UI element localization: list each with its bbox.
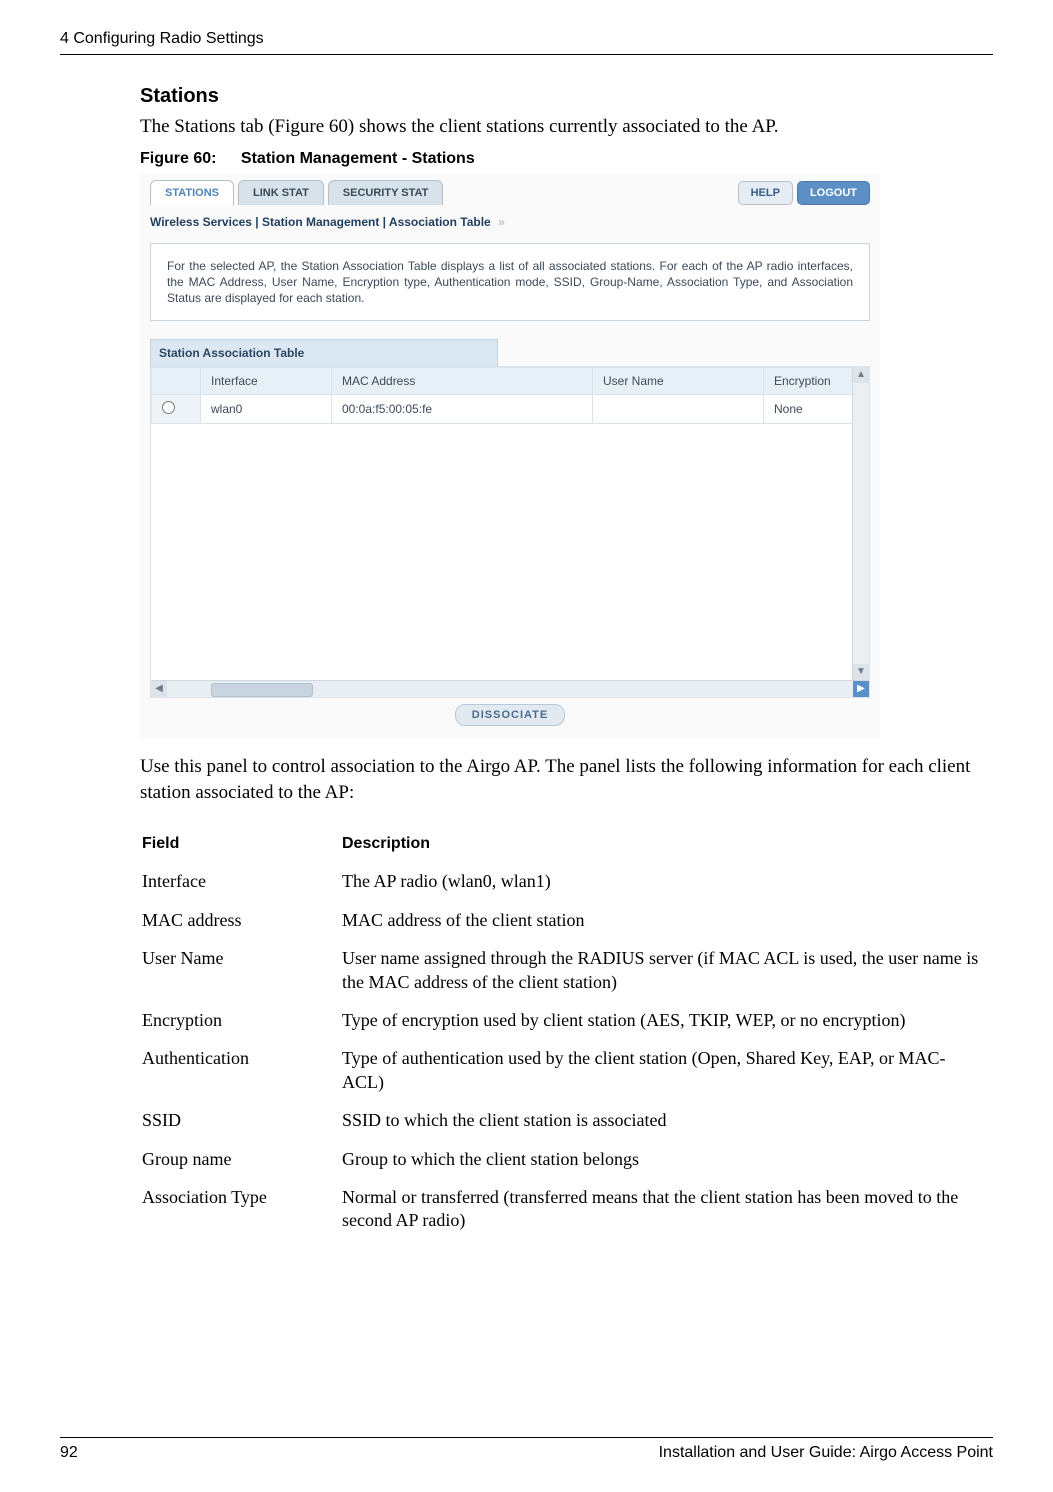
table-row: Authentication Type of authentication us…	[142, 1042, 991, 1102]
chapter-title: 4 Configuring Radio Settings	[60, 30, 264, 47]
station-association-table-title: Station Association Table	[150, 339, 498, 366]
scroll-down-icon[interactable]: ▼	[853, 664, 869, 680]
station-association-table: Interface MAC Address User Name Encrypti…	[151, 367, 853, 424]
table-row: User Name User name assigned through the…	[142, 942, 991, 1002]
field-desc: Normal or transferred (transferred means…	[342, 1181, 991, 1241]
dissociate-button[interactable]: DISSOCIATE	[455, 704, 565, 726]
cell-interface: wlan0	[201, 395, 332, 424]
row-select-cell	[152, 395, 201, 424]
table-row: Group name Group to which the client sta…	[142, 1143, 991, 1179]
col-encryption: Encryption	[764, 368, 853, 395]
breadcrumb-text: Wireless Services | Station Management |…	[150, 215, 491, 229]
tab-link-stat[interactable]: LINK STAT	[238, 180, 324, 205]
cell-mac: 00:0a:f5:00:05:fe	[332, 395, 593, 424]
field-name: Association Type	[142, 1181, 340, 1241]
col-interface: Interface	[201, 368, 332, 395]
col-user: User Name	[593, 368, 764, 395]
field-table-head-field: Field	[142, 831, 340, 863]
table-row: MAC address MAC address of the client st…	[142, 904, 991, 940]
table-row: SSID SSID to which the client station is…	[142, 1104, 991, 1140]
table-row: Interface The AP radio (wlan0, wlan1)	[142, 865, 991, 901]
tab-stations[interactable]: STATIONS	[150, 180, 234, 205]
horizontal-scrollbar[interactable]: ◀ ▶	[151, 680, 869, 697]
help-button[interactable]: HELP	[738, 181, 793, 205]
table-row: wlan0 00:0a:f5:00:05:fe None	[152, 395, 853, 424]
field-name: Encryption	[142, 1004, 340, 1040]
section-heading: Stations	[140, 85, 993, 108]
scroll-thumb[interactable]	[211, 683, 313, 697]
tab-bar: STATIONS LINK STAT SECURITY STAT HELP LO…	[150, 180, 870, 205]
field-table-head-desc: Description	[342, 831, 991, 863]
row-select-radio[interactable]	[162, 401, 175, 414]
field-desc: Type of authentication used by the clien…	[342, 1042, 991, 1102]
field-name: User Name	[142, 942, 340, 1002]
page-footer: 92 Installation and User Guide: Airgo Ac…	[60, 1437, 993, 1462]
cell-encryption: None	[764, 395, 853, 424]
field-description-table: Field Description Interface The AP radio…	[140, 829, 993, 1242]
table-header-row: Interface MAC Address User Name Encrypti…	[152, 368, 853, 395]
field-desc: Type of encryption used by client statio…	[342, 1004, 991, 1040]
scroll-right-icon[interactable]: ▶	[853, 681, 869, 697]
field-desc: SSID to which the client station is asso…	[342, 1104, 991, 1140]
field-desc: Group to which the client station belong…	[342, 1143, 991, 1179]
station-association-table-wrap: Interface MAC Address User Name Encrypti…	[150, 366, 870, 698]
table-row: Association Type Normal or transferred (…	[142, 1181, 991, 1241]
col-mac: MAC Address	[332, 368, 593, 395]
field-name: Interface	[142, 865, 340, 901]
field-desc: The AP radio (wlan0, wlan1)	[342, 865, 991, 901]
section-intro: The Stations tab (Figure 60) shows the c…	[140, 114, 993, 140]
figure-label: Figure 60:	[140, 150, 216, 167]
chevron-icon: »	[498, 215, 505, 229]
col-select	[152, 368, 201, 395]
doc-title: Installation and User Guide: Airgo Acces…	[659, 1444, 993, 1462]
post-figure-text: Use this panel to control association to…	[140, 754, 993, 805]
field-name: Group name	[142, 1143, 340, 1179]
tab-security-stat[interactable]: SECURITY STAT	[328, 180, 444, 205]
breadcrumb: Wireless Services | Station Management |…	[150, 215, 870, 229]
field-name: Authentication	[142, 1042, 340, 1102]
page-header: 4 Configuring Radio Settings	[60, 30, 993, 55]
field-desc: MAC address of the client station	[342, 904, 991, 940]
field-name: SSID	[142, 1104, 340, 1140]
scroll-up-icon[interactable]: ▲	[853, 367, 869, 383]
figure-caption: Figure 60: Station Management - Stations	[140, 150, 993, 168]
figure-title: Station Management - Stations	[241, 150, 475, 167]
dissociate-row: DISSOCIATE	[150, 704, 870, 726]
ui-screenshot: STATIONS LINK STAT SECURITY STAT HELP LO…	[140, 174, 880, 739]
field-name: MAC address	[142, 904, 340, 940]
page-number: 92	[60, 1444, 78, 1462]
cell-user	[593, 395, 764, 424]
table-row: Encryption Type of encryption used by cl…	[142, 1004, 991, 1040]
scroll-left-icon[interactable]: ◀	[151, 681, 167, 697]
vertical-scrollbar[interactable]: ▲ ▼	[852, 367, 869, 680]
field-desc: User name assigned through the RADIUS se…	[342, 942, 991, 1002]
info-box: For the selected AP, the Station Associa…	[150, 243, 870, 322]
logout-button[interactable]: LOGOUT	[797, 181, 870, 205]
